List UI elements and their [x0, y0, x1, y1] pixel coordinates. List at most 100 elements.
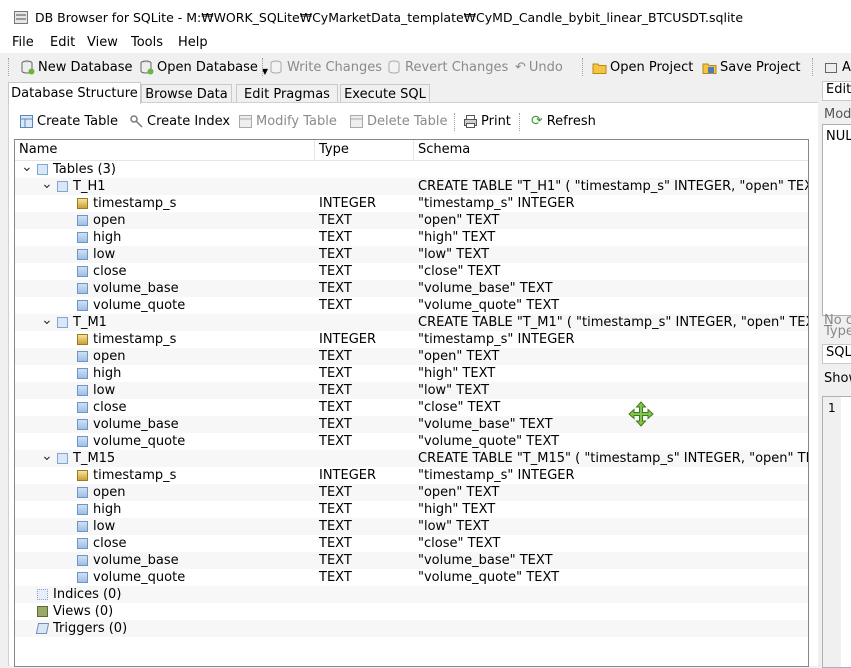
- column-divider[interactable]: [413, 140, 414, 160]
- tree-row[interactable]: low TEXT "low" TEXT: [15, 382, 808, 399]
- tree-row[interactable]: Indices (0): [15, 586, 808, 603]
- tree-cell-name: volume_base: [93, 553, 179, 568]
- toolbar-separator: [519, 113, 521, 131]
- tree-cell-type: TEXT: [319, 213, 352, 228]
- write-changes-button[interactable]: Write Changes: [269, 56, 382, 78]
- tree-row[interactable]: volume_base TEXT "volume_base" TEXT: [15, 552, 808, 569]
- tree-row[interactable]: low TEXT "low" TEXT: [15, 246, 808, 263]
- tree-row[interactable]: ⌄ T_H1 CREATE TABLE "T_H1" ( "timestamp_s"…: [15, 177, 808, 195]
- tab-database-structure[interactable]: Database Structure: [8, 82, 141, 104]
- tree-cell-name: timestamp_s: [93, 468, 177, 483]
- tree-cell-schema: "open" TEXT: [418, 213, 500, 228]
- mode-label: Mode: [824, 107, 851, 122]
- expand-chevron-icon[interactable]: ⌄: [41, 177, 53, 191]
- tree-row[interactable]: Triggers (0): [15, 620, 808, 637]
- tree-row[interactable]: open TEXT "open" TEXT: [15, 348, 808, 365]
- tree-row[interactable]: volume_quote TEXT "volume_quote" TEXT: [15, 569, 808, 586]
- save-project-button[interactable]: Save Project: [702, 56, 801, 78]
- expand-chevron-icon[interactable]: ⌄: [41, 313, 53, 327]
- tree-row[interactable]: high TEXT "high" TEXT: [15, 501, 808, 518]
- toolbar-separator: [582, 58, 584, 76]
- tree-row[interactable]: high TEXT "high" TEXT: [15, 229, 808, 246]
- tree-row[interactable]: close TEXT "close" TEXT: [15, 263, 808, 280]
- tree-row[interactable]: open TEXT "open" TEXT: [15, 212, 808, 229]
- tree-row[interactable]: volume_quote TEXT "volume_quote" TEXT: [15, 297, 808, 314]
- field-icon: [77, 436, 88, 447]
- toolbar-handle: [8, 58, 10, 76]
- write-changes-label: Write Changes: [287, 59, 382, 75]
- tree-row[interactable]: ⌄ T_M15 CREATE TABLE "T_M15" ( "timestamp_…: [15, 449, 809, 467]
- toolbar-separator: [454, 113, 456, 131]
- tree-cell-type: TEXT: [319, 485, 352, 500]
- tree-row[interactable]: high TEXT "high" TEXT: [15, 365, 808, 382]
- refresh-button[interactable]: ⟳ Refresh: [531, 111, 596, 131]
- create-index-icon: [130, 114, 143, 128]
- revert-changes-button[interactable]: Revert Changes: [387, 56, 508, 78]
- print-button[interactable]: Print: [463, 111, 511, 131]
- tree-cell-name: volume_base: [93, 417, 179, 432]
- refresh-icon: ⟳: [531, 113, 543, 129]
- menu-file[interactable]: File: [12, 35, 34, 50]
- index-icon: [37, 589, 48, 600]
- delete-table-button[interactable]: Delete Table: [349, 111, 447, 131]
- tab-browse-data[interactable]: Browse Data: [141, 84, 232, 103]
- field-icon: [77, 572, 88, 583]
- tree-row[interactable]: open TEXT "open" TEXT: [15, 484, 808, 501]
- tree-cell-schema: "open" TEXT: [418, 349, 500, 364]
- column-header-type[interactable]: Type: [319, 142, 349, 157]
- tree-row[interactable]: volume_base TEXT "volume_base" TEXT: [15, 416, 808, 433]
- tree-row[interactable]: volume_quote TEXT "volume_quote" TEXT: [15, 433, 808, 450]
- column-header-name[interactable]: Name: [19, 142, 57, 157]
- column-divider[interactable]: [314, 140, 315, 160]
- table-icon: [57, 317, 68, 328]
- column-header-schema[interactable]: Schema: [418, 142, 470, 157]
- tree-row[interactable]: ⌄ T_M1 CREATE TABLE "T_M1" ( "timestamp_s"…: [15, 313, 808, 331]
- tree-row[interactable]: timestamp_s INTEGER "timestamp_s" INTEGER: [15, 331, 808, 348]
- menu-edit[interactable]: Edit: [50, 35, 75, 50]
- new-database-button[interactable]: New Database: [20, 56, 133, 78]
- tree-row[interactable]: ⌄ Tables (3): [15, 160, 808, 178]
- tree-row[interactable]: close TEXT "close" TEXT: [15, 399, 808, 416]
- expand-chevron-icon[interactable]: ⌄: [41, 449, 53, 463]
- create-table-button[interactable]: Create Table: [19, 111, 118, 131]
- field-icon: [77, 232, 88, 243]
- refresh-label: Refresh: [546, 113, 596, 129]
- cell-editor[interactable]: NULL: [822, 124, 851, 316]
- attach-database-button[interactable]: At: [824, 56, 851, 78]
- tab-execute-sql[interactable]: Execute SQL: [340, 84, 430, 103]
- tree-cell-name: open: [93, 485, 126, 500]
- create-table-label: Create Table: [37, 113, 118, 129]
- tree-cell-schema: CREATE TABLE "T_M15" ( "timestamp_s" INT…: [418, 451, 809, 466]
- tree-cell-type: TEXT: [319, 536, 352, 551]
- tree-row[interactable]: volume_base TEXT "volume_base" TEXT: [15, 280, 808, 297]
- save-project-label: Save Project: [720, 59, 801, 75]
- expand-chevron-icon[interactable]: ⌄: [21, 160, 33, 174]
- sql-editor[interactable]: 1: [822, 396, 851, 668]
- tree-cell-schema: "volume_quote" TEXT: [418, 298, 560, 313]
- undo-label: Undo: [528, 59, 563, 75]
- dock-tab-edit[interactable]: Edit: [822, 81, 851, 101]
- open-project-button[interactable]: Open Project: [592, 56, 693, 78]
- create-index-button[interactable]: Create Index: [129, 111, 230, 131]
- open-database-button[interactable]: Open Database ▼: [139, 56, 268, 78]
- tree-row[interactable]: timestamp_s INTEGER "timestamp_s" INTEGER: [15, 467, 808, 484]
- undo-button[interactable]: ↶ Undo: [515, 56, 563, 78]
- tree-row[interactable]: timestamp_s INTEGER "timestamp_s" INTEGER: [15, 195, 808, 212]
- menu-view[interactable]: View: [87, 35, 118, 50]
- app-icon: [14, 11, 28, 24]
- tree-row[interactable]: close TEXT "close" TEXT: [15, 535, 808, 552]
- open-database-label: Open Database: [157, 59, 258, 75]
- modify-table-button[interactable]: Modify Table: [238, 111, 337, 131]
- schema-tree[interactable]: Name Type Schema ⌄ Tables (3) ⌄ T_H1 CREATE …: [14, 139, 809, 667]
- tree-row[interactable]: low TEXT "low" TEXT: [15, 518, 808, 535]
- tree-row[interactable]: Views (0): [15, 603, 808, 620]
- tab-edit-pragmas[interactable]: Edit Pragmas: [236, 84, 338, 103]
- tree-cell-schema: "low" TEXT: [418, 247, 490, 262]
- tree-cell-name: close: [93, 264, 127, 279]
- field-icon: [77, 402, 88, 413]
- menu-help[interactable]: Help: [178, 35, 208, 50]
- field-icon: [77, 419, 88, 430]
- dock-tab-sql[interactable]: SQL: [822, 344, 851, 364]
- undo-icon: ↶: [515, 59, 526, 75]
- menu-tools[interactable]: Tools: [131, 35, 163, 50]
